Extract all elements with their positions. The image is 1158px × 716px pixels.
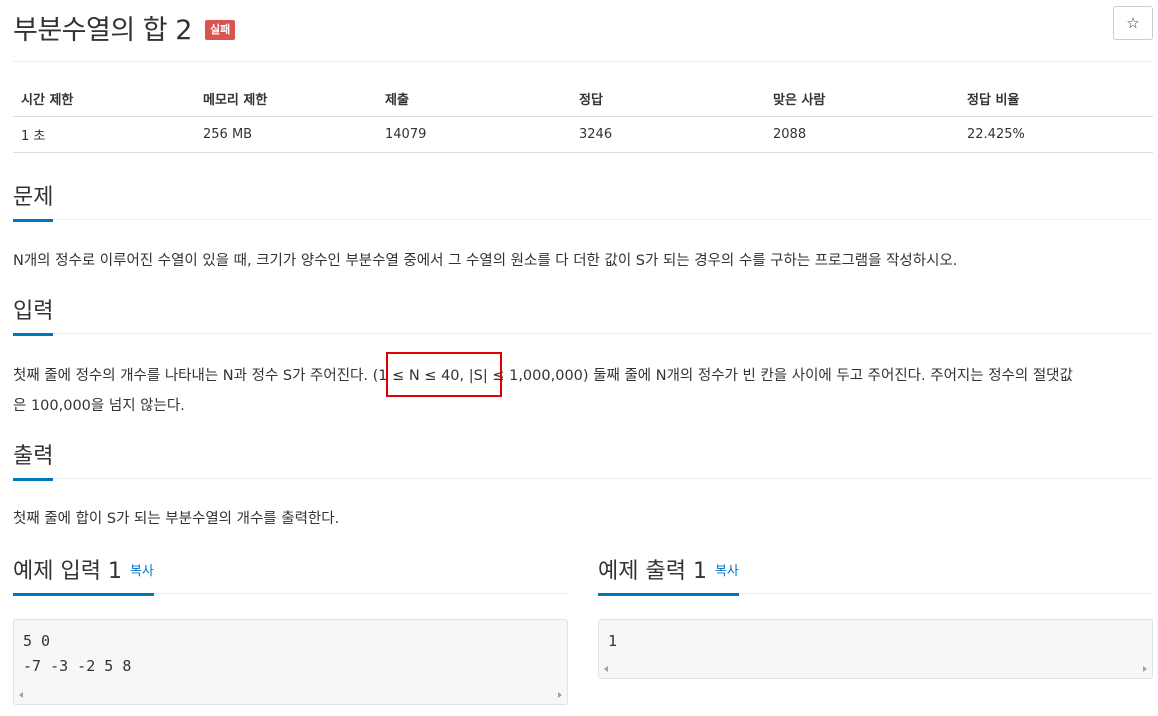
highlight-annotation [386,352,502,397]
sample-output-scrollbar[interactable] [600,663,1151,677]
page-title: 부분수열의 합 2 [13,15,192,46]
problem-info-table: 시간 제한 메모리 제한 제출 정답 맞은 사람 정답 비율 1 초 256 M… [13,81,1153,153]
header-time-limit: 시간 제한 [13,81,195,117]
header-accepted: 정답 [571,81,765,117]
accept-ratio-value: 22.425% [959,116,1153,153]
sample-input-copy-button[interactable]: 복사 [130,564,154,579]
description-text: N개의 정수로 이루어진 수열이 있을 때, 크기가 양수인 부분수열 중에서 … [13,253,958,269]
scroll-left-arrow-icon[interactable] [604,666,608,672]
output-heading: 출력 [13,444,54,481]
description-divider [13,219,1153,220]
sample-output-line-1: 1 [608,632,618,650]
sample-output-code[interactable]: 1 [598,619,1153,679]
input-text-line-1: 첫째 줄에 정수의 개수를 나타내는 N과 정수 S가 주어진다. (1 ≤ N… [13,368,1073,384]
output-text: 첫째 줄에 합이 S가 되는 부분수열의 개수를 출력한다. [13,511,340,527]
star-button[interactable]: ☆ [1113,6,1153,40]
scroll-left-arrow-icon[interactable] [19,692,23,698]
memory-limit-value: 256 MB [195,116,377,153]
sample-input-title: 예제 입력 1 [13,559,122,584]
solved-users-value: 2088 [765,116,959,153]
result-badge: 실패 [205,20,236,40]
scroll-right-arrow-icon[interactable] [558,692,562,698]
output-divider [13,478,1153,479]
sample-input-code[interactable]: 5 0 -7 -3 -2 5 8 [13,619,568,705]
sample-input-scrollbar[interactable] [15,689,566,703]
sample-output-title: 예제 출력 1 [598,559,707,584]
sample-input-line-1: 5 0 [23,632,51,650]
sample-output-copy-button[interactable]: 복사 [715,564,739,579]
scroll-right-arrow-icon[interactable] [1143,666,1147,672]
header-submissions: 제출 [377,81,571,117]
time-limit-value: 1 초 [13,116,195,153]
star-icon: ☆ [1126,14,1140,32]
table-header-row: 시간 제한 메모리 제한 제출 정답 맞은 사람 정답 비율 [13,81,1153,117]
title-divider [13,61,1153,62]
input-text-line-2: 은 100,000을 넘지 않는다. [13,398,185,414]
header-memory-limit: 메모리 제한 [195,81,377,117]
input-divider [13,333,1153,334]
submissions-value: 14079 [377,116,571,153]
sample-input-heading: 예제 입력 1 복사 [13,559,154,596]
accepted-value: 3246 [571,116,765,153]
sample-output-heading: 예제 출력 1 복사 [598,559,739,596]
header-solved-users: 맞은 사람 [765,81,959,117]
input-heading: 입력 [13,299,54,336]
sample-input-line-2: -7 -3 -2 5 8 [23,657,132,675]
header-accept-ratio: 정답 비율 [959,81,1153,117]
description-heading: 문제 [13,185,54,222]
table-row: 1 초 256 MB 14079 3246 2088 22.425% [13,116,1153,153]
